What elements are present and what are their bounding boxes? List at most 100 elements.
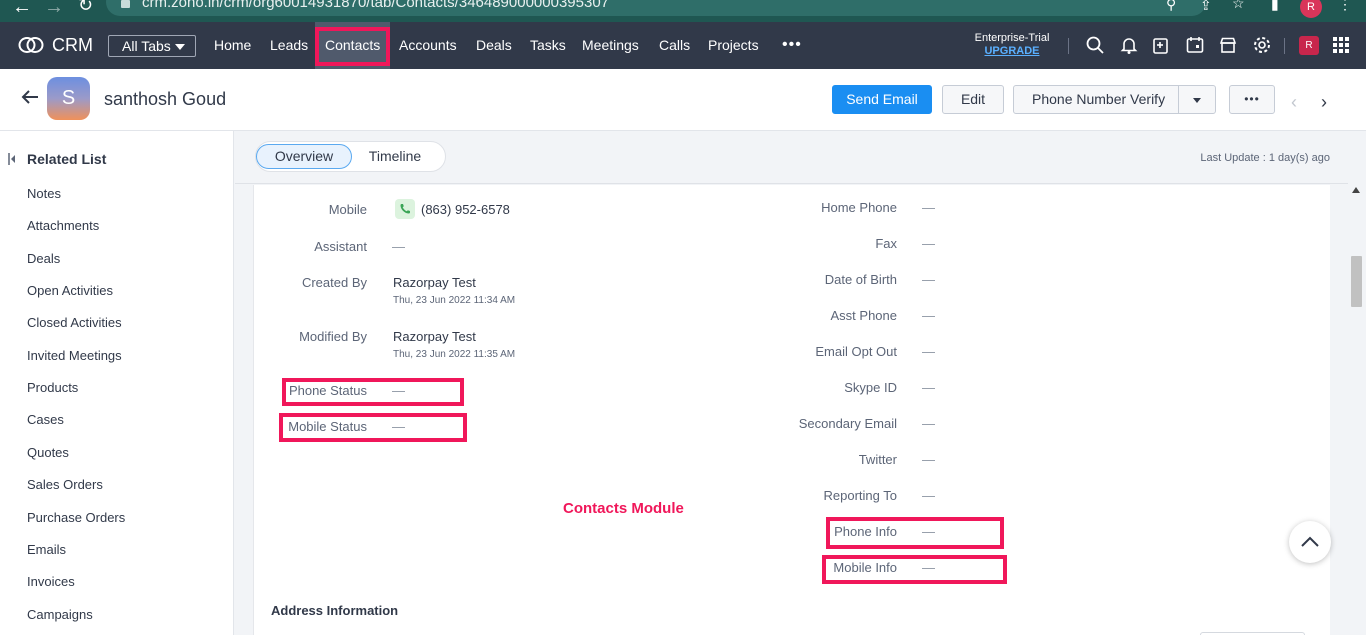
apps-grid-icon[interactable] bbox=[1331, 35, 1351, 55]
field-value-date-of-birth[interactable]: — bbox=[922, 272, 935, 287]
mobile-status-highlight bbox=[279, 413, 467, 442]
field-label-twitter: Twitter bbox=[858, 452, 897, 467]
contact-avatar: S bbox=[47, 77, 90, 120]
marketplace-icon[interactable] bbox=[1218, 35, 1238, 55]
tab-calls[interactable]: Calls bbox=[659, 22, 690, 69]
tab-overview[interactable]: Overview bbox=[256, 144, 352, 169]
user-avatar[interactable]: R bbox=[1299, 36, 1319, 55]
field-value-email-opt-out[interactable]: — bbox=[922, 344, 935, 359]
related-item-sales-orders[interactable]: Sales Orders bbox=[27, 477, 103, 492]
zoom-icon[interactable]: ⚲ bbox=[1166, 0, 1176, 13]
tab-tasks[interactable]: Tasks bbox=[530, 22, 566, 69]
related-item-invited-meetings[interactable]: Invited Meetings bbox=[27, 348, 122, 363]
field-label-created-by: Created By bbox=[301, 275, 367, 290]
field-value-home-phone[interactable]: — bbox=[922, 200, 935, 215]
related-list-sidebar: Related List Notes Attachments Deals Ope… bbox=[0, 131, 234, 635]
related-item-deals[interactable]: Deals bbox=[27, 251, 60, 266]
send-email-button[interactable]: Send Email bbox=[832, 85, 932, 114]
field-label-reporting-to: Reporting To bbox=[823, 488, 897, 503]
tab-deals[interactable]: Deals bbox=[476, 22, 512, 69]
field-value-modified-by: Razorpay Test bbox=[393, 329, 476, 344]
related-item-attachments[interactable]: Attachments bbox=[27, 218, 99, 233]
scrollbar[interactable] bbox=[1348, 185, 1366, 635]
related-item-cases[interactable]: Cases bbox=[27, 412, 64, 427]
scrollbar-thumb[interactable] bbox=[1351, 256, 1362, 307]
sidepanel-icon[interactable]: ▮ bbox=[1271, 0, 1279, 13]
related-item-notes[interactable]: Notes bbox=[27, 186, 61, 201]
contacts-tab-highlight bbox=[315, 27, 390, 66]
browser-forward-icon[interactable]: → bbox=[44, 0, 64, 19]
more-actions-button[interactable]: ••• bbox=[1229, 85, 1275, 114]
tab-timeline[interactable]: Timeline bbox=[354, 145, 436, 170]
field-value-created-by: Razorpay Test bbox=[393, 275, 476, 290]
last-update-text: Last Update : 1 day(s) ago bbox=[1200, 152, 1330, 164]
tab-home[interactable]: Home bbox=[214, 22, 251, 69]
related-item-quotes[interactable]: Quotes bbox=[27, 445, 69, 460]
field-label-home-phone: Home Phone bbox=[821, 200, 897, 215]
bookmark-star-icon[interactable]: ☆ bbox=[1232, 0, 1245, 12]
gear-icon[interactable] bbox=[1252, 35, 1272, 55]
back-arrow-icon[interactable] bbox=[20, 87, 40, 107]
tab-leads[interactable]: Leads bbox=[270, 22, 308, 69]
related-list-title: Related List bbox=[27, 151, 107, 167]
browser-back-icon[interactable]: ← bbox=[12, 0, 32, 19]
bell-icon[interactable] bbox=[1119, 35, 1139, 55]
related-item-invoices[interactable]: Invoices bbox=[27, 574, 75, 589]
view-toggle: Overview Timeline bbox=[255, 141, 446, 172]
related-item-campaigns[interactable]: Campaigns bbox=[27, 607, 93, 622]
phone-info-highlight bbox=[826, 517, 1004, 549]
all-tabs-label: All Tabs bbox=[122, 38, 171, 54]
related-item-open-activities[interactable]: Open Activities bbox=[27, 283, 113, 298]
collapse-sidebar-icon[interactable] bbox=[8, 153, 16, 165]
call-icon[interactable] bbox=[395, 199, 415, 219]
record-details-panel bbox=[253, 185, 1330, 635]
field-value-skype-id[interactable]: — bbox=[922, 380, 935, 395]
all-tabs-dropdown[interactable]: All Tabs bbox=[108, 35, 196, 57]
field-value-assistant[interactable]: — bbox=[392, 239, 405, 254]
scroll-to-top-button[interactable] bbox=[1289, 521, 1331, 563]
browser-profile-avatar[interactable]: R bbox=[1300, 0, 1322, 18]
add-note-icon[interactable] bbox=[1151, 35, 1171, 55]
edition-label: Enterprise-Trial bbox=[974, 32, 1050, 44]
edition-info: Enterprise-Trial UPGRADE bbox=[972, 32, 1052, 57]
zoho-crm-logo-icon[interactable] bbox=[18, 36, 44, 54]
browser-toolbar: ← → ↻ crm.zoho.in/crm/org60014931870/tab… bbox=[0, 0, 1366, 22]
field-label-assistant: Assistant bbox=[314, 239, 367, 254]
field-value-fax[interactable]: — bbox=[922, 236, 935, 251]
field-value-mobile[interactable]: (863) 952-6578 bbox=[421, 202, 510, 217]
crm-top-nav: CRM All Tabs Home Leads Contacts Account… bbox=[0, 22, 1366, 69]
related-item-closed-activities[interactable]: Closed Activities bbox=[27, 315, 122, 330]
phone-status-highlight bbox=[282, 378, 464, 406]
related-item-emails[interactable]: Emails bbox=[27, 542, 66, 557]
modified-time: Thu, 23 Jun 2022 11:35 AM bbox=[393, 349, 516, 360]
field-value-asst-phone[interactable]: — bbox=[922, 308, 935, 323]
field-value-secondary-email[interactable]: — bbox=[922, 416, 935, 431]
search-icon[interactable] bbox=[1085, 35, 1105, 55]
field-value-reporting-to[interactable]: — bbox=[922, 488, 935, 503]
edit-button[interactable]: Edit bbox=[942, 85, 1004, 114]
share-icon[interactable]: ⇪ bbox=[1200, 0, 1212, 14]
scroll-up-icon[interactable] bbox=[1352, 187, 1360, 193]
divider bbox=[1068, 38, 1069, 54]
field-label-asst-phone: Asst Phone bbox=[830, 308, 898, 323]
next-record-icon[interactable]: › bbox=[1321, 92, 1327, 113]
upgrade-link[interactable]: UPGRADE bbox=[972, 45, 1052, 57]
tab-projects[interactable]: Projects bbox=[708, 22, 759, 69]
field-label-email-opt-out: Email Opt Out bbox=[815, 344, 897, 359]
chevron-down-icon[interactable] bbox=[1193, 98, 1201, 103]
related-item-purchase-orders[interactable]: Purchase Orders bbox=[27, 510, 125, 525]
tab-meetings[interactable]: Meetings bbox=[582, 22, 639, 69]
field-label-date-of-birth: Date of Birth bbox=[824, 272, 897, 287]
tab-accounts[interactable]: Accounts bbox=[399, 22, 457, 69]
browser-reload-icon[interactable]: ↻ bbox=[78, 0, 93, 16]
browser-menu-icon[interactable]: ⋮ bbox=[1338, 0, 1352, 13]
calendar-icon[interactable] bbox=[1185, 35, 1205, 55]
phone-number-verify-button[interactable]: Phone Number Verify bbox=[1013, 85, 1216, 114]
field-label-fax: Fax bbox=[875, 236, 897, 251]
created-time: Thu, 23 Jun 2022 11:34 AM bbox=[393, 295, 516, 306]
url-text[interactable]: crm.zoho.in/crm/org60014931870/tab/Conta… bbox=[142, 0, 609, 11]
related-item-products[interactable]: Products bbox=[27, 380, 78, 395]
field-value-twitter[interactable]: — bbox=[922, 452, 935, 467]
previous-record-icon[interactable]: ‹ bbox=[1291, 92, 1297, 113]
more-tabs-icon[interactable]: ••• bbox=[782, 36, 802, 54]
